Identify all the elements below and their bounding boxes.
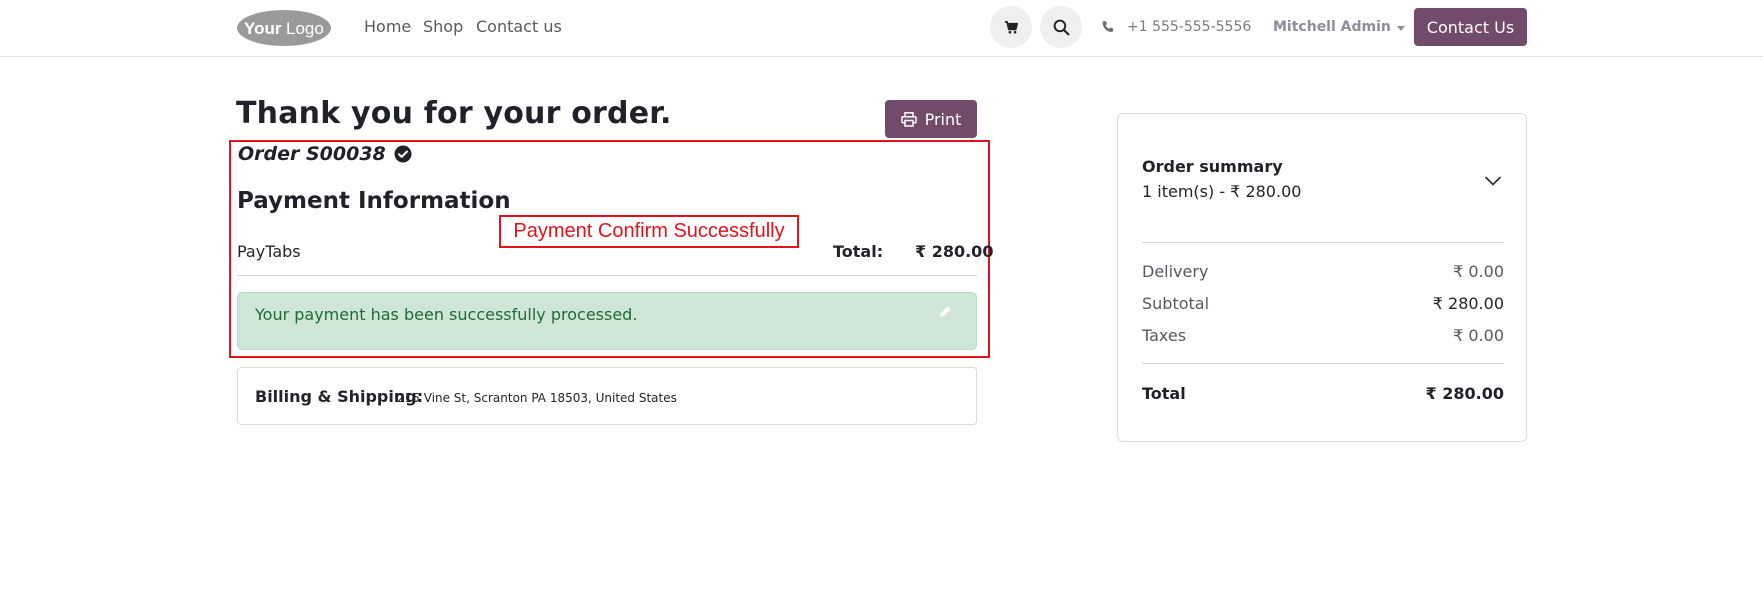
annotation-callout: Payment Confirm Successfully — [499, 215, 799, 248]
phone-number[interactable]: +1 555-555-5556 — [1127, 19, 1251, 35]
nav-shop-link[interactable]: Shop — [423, 17, 463, 36]
order-title: Order S00038 — [238, 143, 412, 165]
summary-row-taxes: Taxes ₹ 0.00 — [1142, 326, 1504, 345]
payment-info-title: Payment Information — [237, 188, 511, 214]
order-number: Order S00038 — [238, 143, 386, 165]
order-summary-title: Order summary — [1142, 157, 1283, 176]
cart-button[interactable] — [990, 6, 1032, 48]
print-button[interactable]: Print — [885, 100, 977, 138]
nav-home-link[interactable]: Home — [364, 17, 411, 36]
summary-row-total: Total ₹ 280.00 — [1142, 384, 1504, 403]
nav-contact-link[interactable]: Contact us — [476, 17, 562, 36]
divider — [1142, 363, 1504, 364]
svg-text:Logo: Logo — [286, 19, 324, 38]
summary-total-label: Total — [1142, 384, 1186, 403]
check-circle-icon — [394, 145, 412, 163]
success-message: Your payment has been successfully proce… — [255, 305, 638, 324]
summary-row-label: Taxes — [1142, 326, 1187, 345]
user-menu[interactable]: Mitchell Admin — [1273, 19, 1405, 35]
summary-row-value: ₹ 0.00 — [1453, 326, 1504, 345]
order-summary-items: 1 item(s) - ₹ 280.00 — [1142, 182, 1302, 201]
success-alert: Your payment has been successfully proce… — [237, 292, 977, 350]
divider — [237, 275, 977, 276]
summary-row-label: Subtotal — [1142, 294, 1210, 313]
cart-icon — [1004, 20, 1018, 33]
summary-row-value: ₹ 0.00 — [1453, 262, 1504, 281]
print-label: Print — [924, 109, 962, 129]
logo[interactable]: Your Logo — [236, 8, 333, 48]
page-title: Thank you for your order. — [236, 96, 672, 131]
phone-icon — [1102, 21, 1114, 32]
navbar: Your Logo Home Shop Contact us +1 555-55… — [0, 0, 1763, 57]
chevron-down-icon[interactable] — [1484, 172, 1502, 190]
print-icon — [900, 111, 917, 127]
payment-provider: PayTabs — [237, 242, 301, 261]
summary-row-value: ₹ 280.00 — [1432, 294, 1504, 313]
caret-down-icon — [1396, 25, 1405, 31]
summary-row-delivery: Delivery ₹ 0.00 — [1142, 262, 1504, 281]
edit-pencil-icon[interactable] — [939, 305, 952, 318]
summary-row-label: Delivery — [1142, 262, 1209, 281]
payment-total-label: Total: — [833, 242, 884, 261]
contact-us-button[interactable]: Contact Us — [1414, 8, 1527, 46]
order-summary-card: Order summary 1 item(s) - ₹ 280.00 Deliv… — [1117, 113, 1527, 442]
billing-address: 215 Vine St, Scranton PA 18503, United S… — [397, 391, 677, 405]
billing-shipping-card: Billing & Shipping: 215 Vine St, Scranto… — [237, 367, 977, 425]
payment-total-value: ₹ 280.00 — [915, 242, 994, 261]
svg-text:Your: Your — [244, 19, 282, 38]
search-button[interactable] — [1040, 6, 1082, 48]
summary-row-subtotal: Subtotal ₹ 280.00 — [1142, 294, 1504, 313]
summary-total-value: ₹ 280.00 — [1425, 384, 1504, 403]
divider — [1142, 242, 1504, 243]
search-icon — [1053, 19, 1069, 35]
user-name: Mitchell Admin — [1273, 19, 1391, 35]
